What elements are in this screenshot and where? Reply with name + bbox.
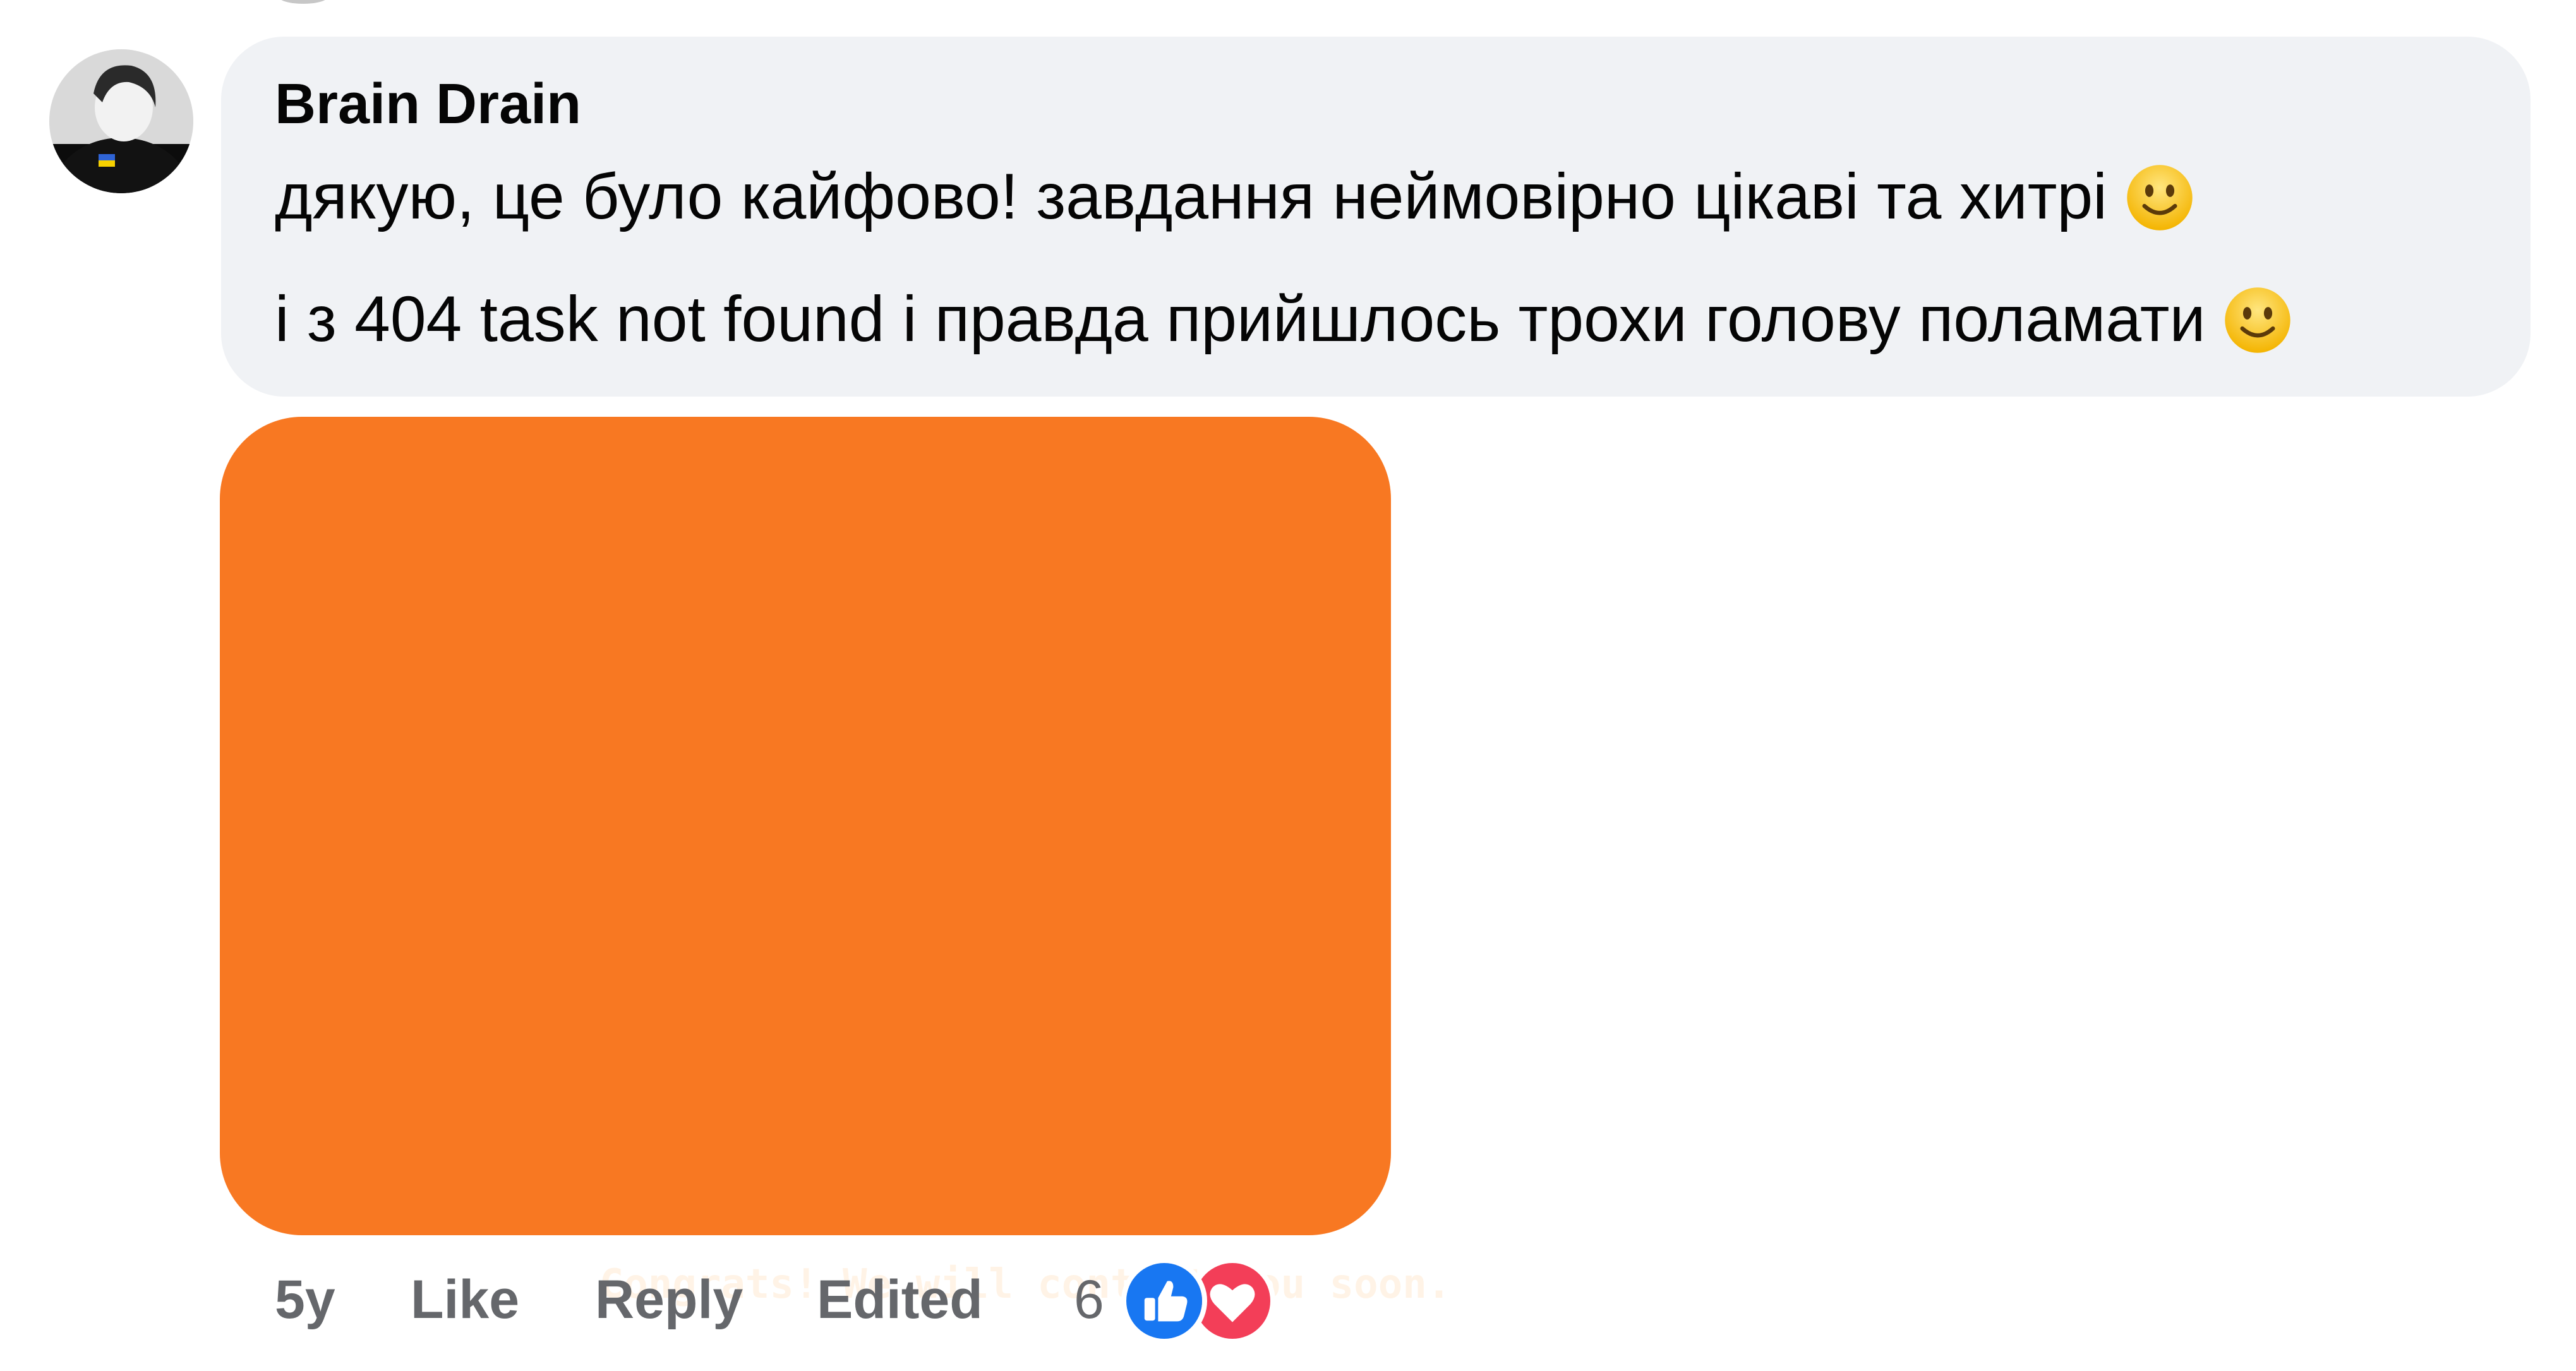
comment-text-line-1: дякую, це було кайфово! завдання неймові… <box>275 163 2194 232</box>
comment-attachment-image[interactable]: Congrats! We will contact you soon. <box>220 417 1451 1305</box>
comment-author[interactable]: Brain Drain <box>275 76 581 133</box>
previous-item-edge <box>278 0 328 4</box>
edited-label[interactable]: Edited <box>817 1272 983 1327</box>
like-button[interactable]: Like <box>411 1272 519 1327</box>
reactions-summary[interactable] <box>1121 1258 1285 1346</box>
comment-text-line-2: і з 404 task not found і правда прийшлос… <box>275 285 2292 355</box>
reply-button[interactable]: Reply <box>595 1272 743 1327</box>
comment-text: дякую, це було кайфово! завдання неймові… <box>275 160 2107 232</box>
like-icon <box>1121 1258 1207 1344</box>
slightly-smiling-face-emoji-icon <box>2125 163 2194 232</box>
slightly-smiling-face-emoji-icon <box>2223 285 2292 355</box>
avatar[interactable] <box>49 49 193 193</box>
comment-text: і з 404 task not found і правда прийшлос… <box>275 283 2206 355</box>
avatar-image <box>49 49 193 193</box>
reaction-count[interactable]: 6 <box>1074 1272 1104 1327</box>
timestamp-link[interactable]: 5y <box>275 1272 335 1327</box>
